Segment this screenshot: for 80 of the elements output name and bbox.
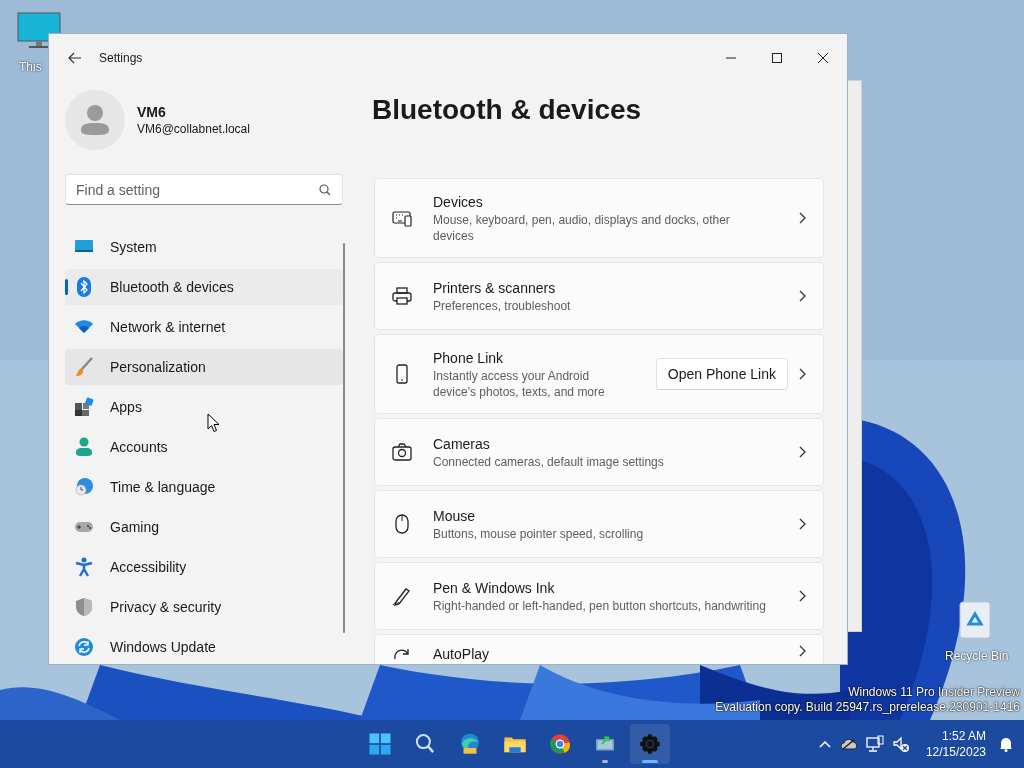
card-description: Buttons, mouse pointer speed, scrolling xyxy=(433,525,645,542)
person-icon xyxy=(80,104,110,136)
card-title: Phone Link xyxy=(433,348,505,368)
person-icon xyxy=(74,437,94,457)
selection-indicator xyxy=(65,279,68,295)
settings-card[interactable]: Cameras Connected cameras, default image settings xyxy=(374,418,824,486)
sync-icon xyxy=(74,637,94,657)
printer-icon xyxy=(392,286,412,306)
chrome-icon xyxy=(547,731,573,757)
nav-item[interactable]: Apps xyxy=(65,389,343,425)
nav-item[interactable]: Accessibility xyxy=(65,549,343,585)
card-description: Instantly access your Android device's photos, texts, and more xyxy=(433,367,606,400)
bell-icon xyxy=(998,736,1014,752)
close-icon xyxy=(817,53,829,63)
card-title: Mouse xyxy=(433,506,477,526)
icon-label: This xyxy=(19,59,42,76)
account-name: VM6 xyxy=(137,103,167,121)
card-description: Connected cameras, default image settings xyxy=(433,453,665,470)
page-title: Bluetooth & devices xyxy=(372,93,643,127)
clock-date: 12/15/2023 xyxy=(925,744,986,760)
card-title: Pen & Windows Ink xyxy=(433,578,556,598)
camera-icon xyxy=(392,442,412,462)
running-indicator xyxy=(642,760,658,763)
chevron-right-icon xyxy=(798,645,806,657)
settings-card[interactable]: Printers & scanners Preferences, troubleshoot xyxy=(374,262,824,330)
accessibility-icon xyxy=(74,557,94,577)
card-title: AutoPlay xyxy=(433,645,491,664)
card-title: Cameras xyxy=(433,434,491,454)
speaker-muted-icon xyxy=(891,735,910,753)
card-description: Preferences, troubleshoot xyxy=(433,297,572,314)
back-arrow-icon xyxy=(68,52,82,64)
clock-time: 1:52 AM xyxy=(941,728,986,744)
bluetooth-icon xyxy=(74,277,94,297)
monitor-icon xyxy=(17,12,61,50)
open-phone-link-button[interactable]: Open Phone Link xyxy=(655,358,788,390)
pen-icon xyxy=(392,586,412,606)
maximize-icon xyxy=(771,53,783,63)
chevron-right-icon xyxy=(798,290,806,302)
nav-item[interactable]: Network & internet xyxy=(65,309,343,345)
settings-card[interactable]: Mouse Buttons, mouse pointer speed, scrolling xyxy=(374,490,824,558)
mouse-pointer-icon xyxy=(207,413,220,433)
nav-item[interactable]: Personalization xyxy=(65,349,343,385)
globe-clock-icon xyxy=(74,477,94,497)
search-field[interactable]: Find a setting xyxy=(65,174,343,205)
start-icon xyxy=(367,731,393,757)
mouse-icon xyxy=(392,514,412,534)
chevron-right-icon xyxy=(798,212,806,224)
running-indicator xyxy=(602,760,608,763)
cloud-icon xyxy=(839,737,858,751)
settings-card[interactable]: AutoPlay xyxy=(374,634,824,664)
settings-card[interactable]: Devices Mouse, keyboard, pen, audio, displays and docks, other devices xyxy=(374,178,824,258)
settings-card[interactable]: Pen & Windows Ink Right-handed or left-handed, pen button shortcuts, handwriting xyxy=(374,562,824,630)
nav-item[interactable]: Bluetooth & devices xyxy=(65,269,343,305)
apps-icon xyxy=(74,397,94,417)
settings-card[interactable]: Phone Link Instantly access your Android device's photos, texts, and more Open Phone Link xyxy=(374,334,824,414)
nav-item[interactable]: Gaming xyxy=(65,509,343,545)
nav-item[interactable]: Privacy & security xyxy=(65,589,343,625)
nav-item[interactable]: Windows Update xyxy=(65,629,343,664)
taskbar-app[interactable] xyxy=(630,724,670,764)
network-icon xyxy=(865,735,884,753)
chevron-up-icon xyxy=(817,739,832,749)
paintbrush-icon xyxy=(74,357,94,377)
gear-icon xyxy=(637,731,663,757)
chevron-right-icon xyxy=(798,368,806,380)
card-title: Printers & scanners xyxy=(433,278,557,298)
card-description: Mouse, keyboard, pen, audio, displays and docks, other devices xyxy=(433,211,731,244)
nav-item[interactable]: System xyxy=(65,229,343,265)
chevron-right-icon xyxy=(798,446,806,458)
chevron-right-icon xyxy=(798,518,806,530)
recycle-bin-icon xyxy=(957,600,993,640)
nav-item[interactable]: Time & language xyxy=(65,469,343,505)
account-email: VM6@collabnet.local xyxy=(137,121,250,137)
window-title: Settings xyxy=(99,50,143,67)
keyboard-icon xyxy=(392,208,412,228)
shield-icon xyxy=(74,597,94,617)
card-title: Devices xyxy=(433,192,484,212)
chevron-right-icon xyxy=(798,590,806,602)
search-icon xyxy=(319,184,331,196)
nav-item[interactable]: Accounts xyxy=(65,429,343,465)
card-description: Right-handed or left-handed, pen button shortcuts, handwriting xyxy=(433,597,767,614)
